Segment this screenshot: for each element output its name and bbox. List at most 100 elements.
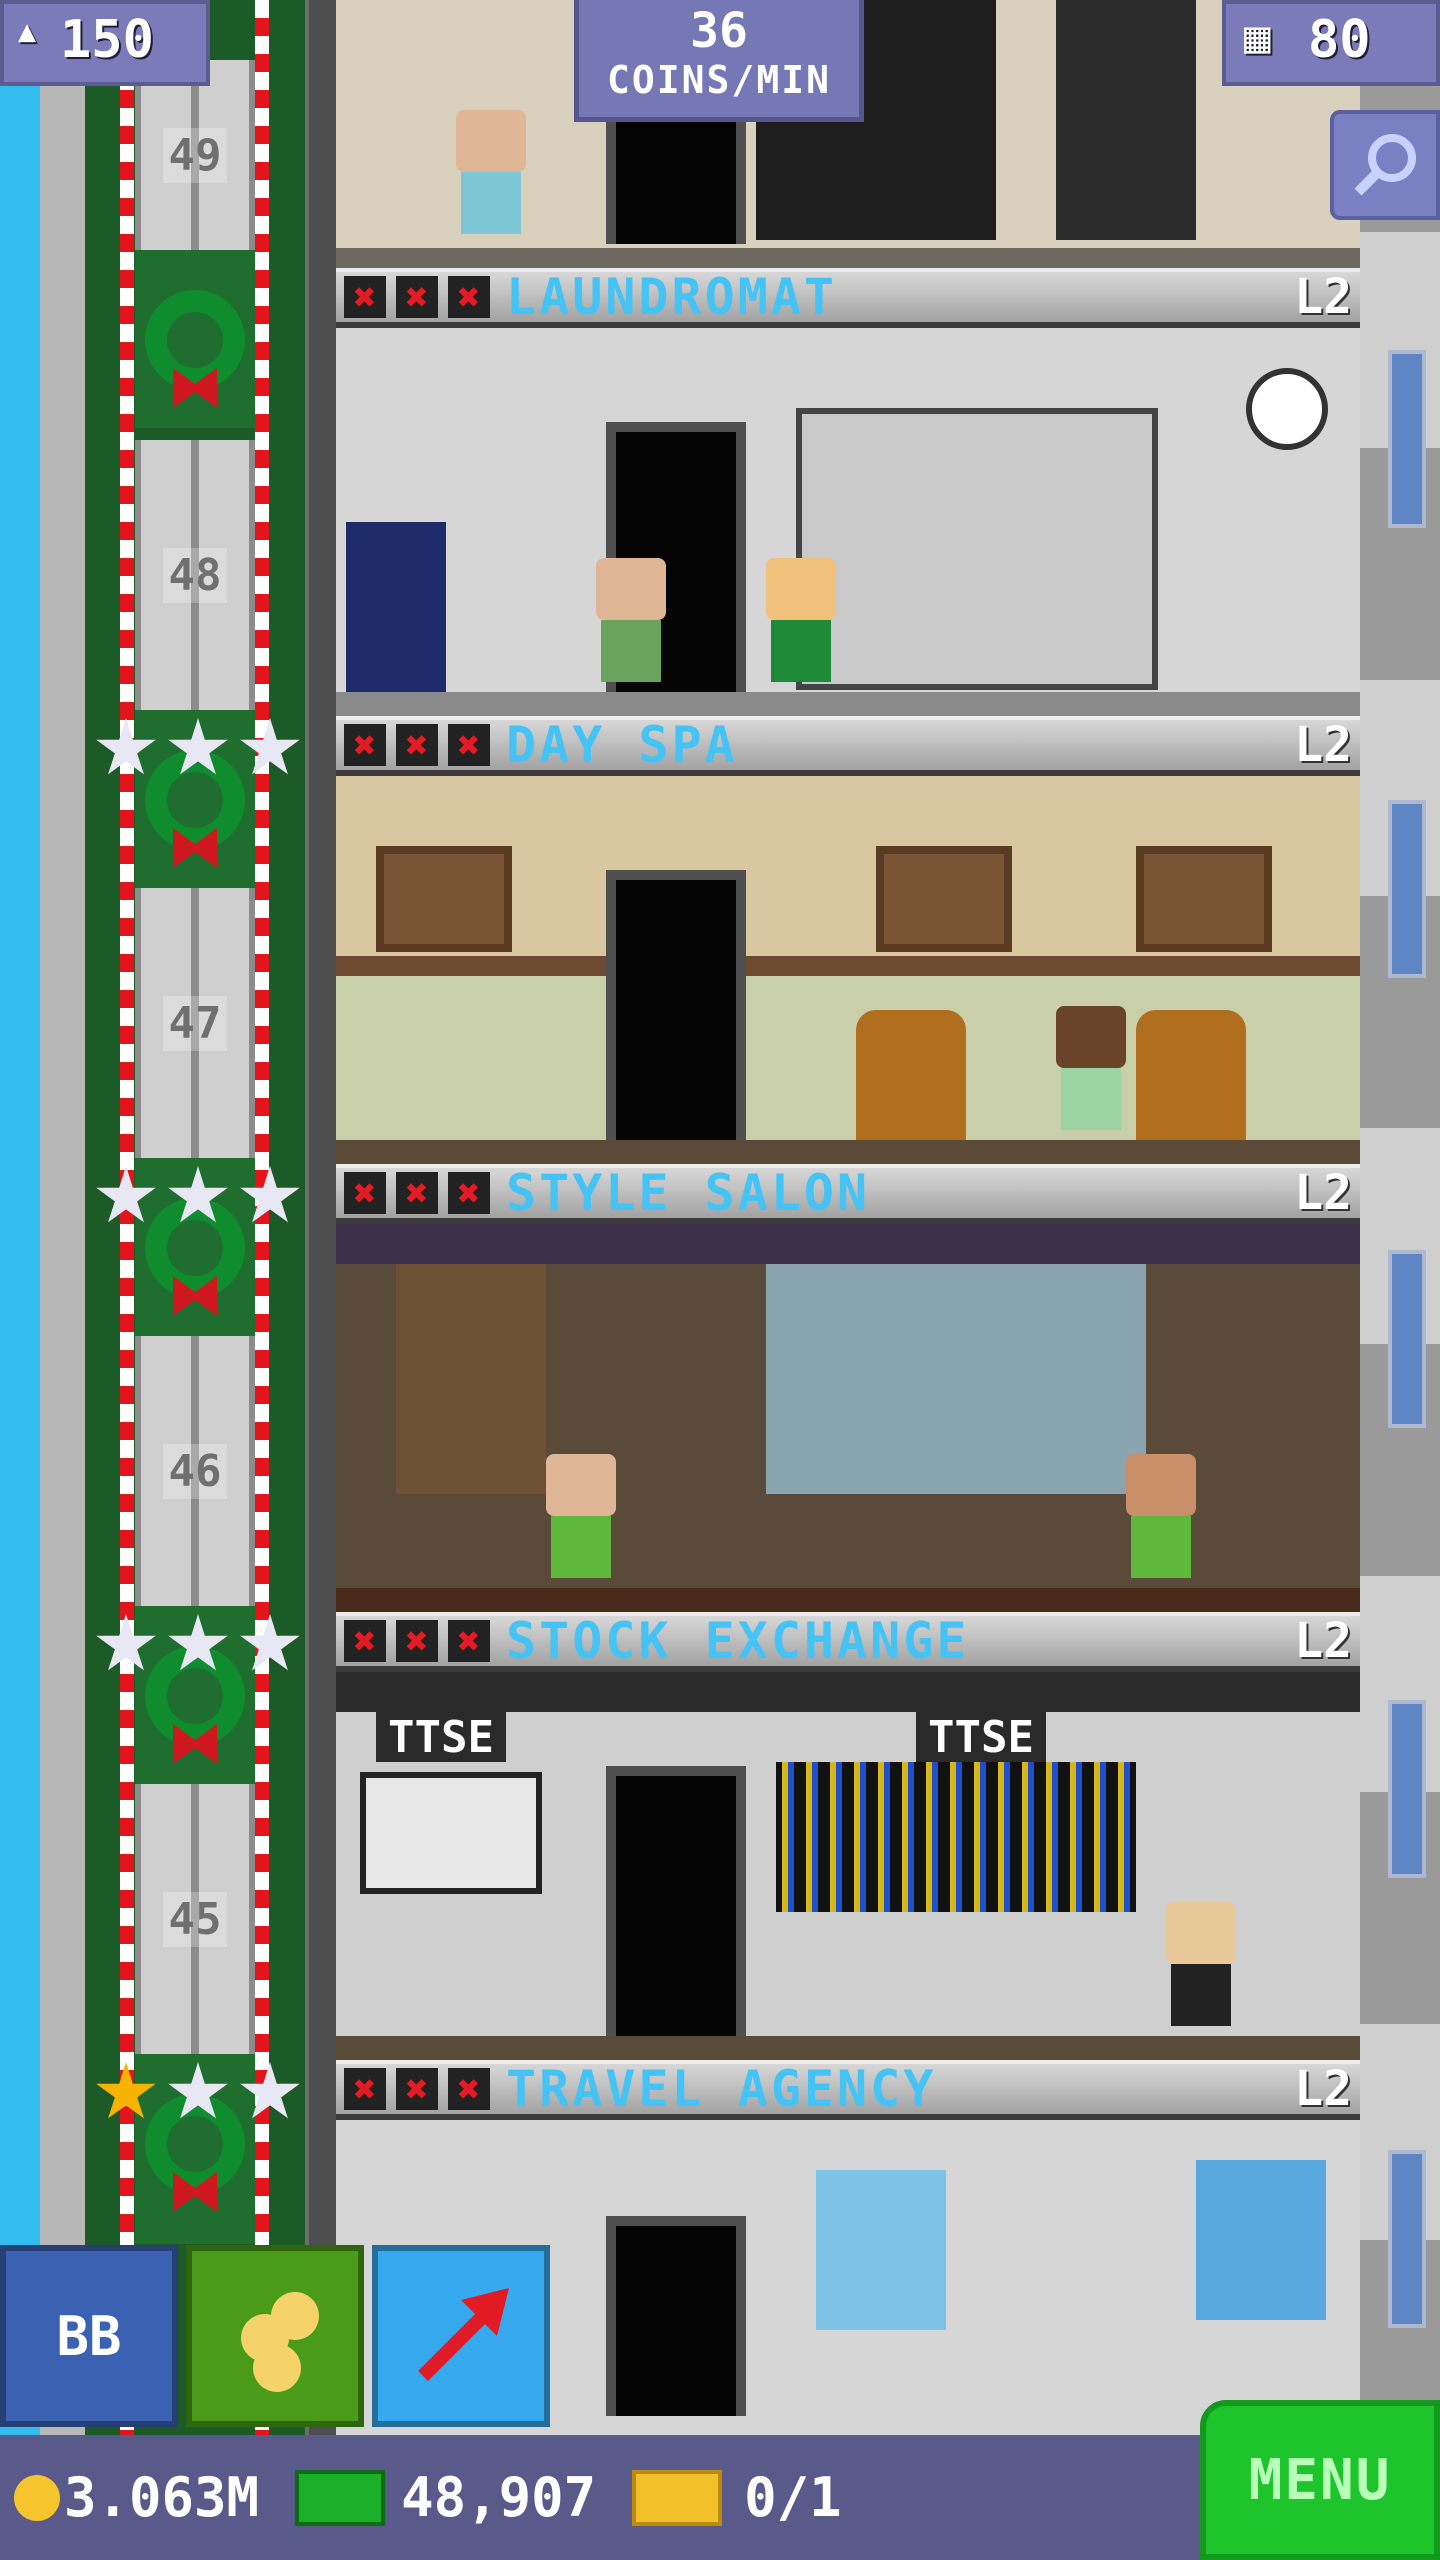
bux-icon	[295, 2469, 386, 2526]
resident-body	[1131, 1516, 1191, 1578]
resident[interactable]	[1126, 1454, 1196, 1584]
elevator-floor-number: 45	[162, 1891, 228, 1947]
coins-per-min-value: 36	[690, 3, 748, 59]
coins-per-min-display: 36 COINS/MIN	[574, 0, 864, 122]
shelf	[396, 1264, 546, 1494]
coin-icon	[14, 2474, 60, 2521]
picture-frame	[376, 846, 512, 952]
elevator-floor-number: 48	[162, 547, 228, 603]
go-to-top-button[interactable]	[372, 2245, 550, 2427]
resident-head	[456, 110, 526, 172]
ticker-board	[776, 1762, 1136, 1912]
x-mark-icon: ✖	[344, 2067, 386, 2111]
x-mark-icon: ✖	[448, 723, 490, 767]
x-mark-icon: ✖	[396, 1171, 438, 1215]
exterior-window	[1388, 1700, 1426, 1878]
wreath-icon	[145, 290, 245, 390]
star-rating	[95, 2062, 301, 2124]
x-mark-icon: ✖	[396, 2067, 438, 2111]
vending-machine	[346, 522, 446, 692]
sky	[0, 0, 40, 2560]
resident[interactable]	[766, 558, 836, 688]
collect-coins-button[interactable]	[186, 2245, 364, 2427]
floor-header[interactable]: ✖ ✖ ✖ STOCK EXCHANGE L2	[336, 1612, 1360, 1672]
resident[interactable]	[456, 110, 526, 240]
floor-counter[interactable]: ▦ 80	[1222, 0, 1440, 86]
ticket-icon	[632, 2469, 723, 2526]
floor-header[interactable]: ✖ ✖ ✖ LAUNDROMAT L2	[336, 268, 1360, 328]
floor-name: STOCK EXCHANGE	[506, 1612, 970, 1670]
resident[interactable]	[546, 1454, 616, 1584]
star-rating	[95, 718, 301, 780]
people-icon: ▲	[18, 14, 37, 49]
floor-stock-exchange[interactable]: ✖ ✖ ✖ STOCK EXCHANGE L2 TTSE TTSE	[336, 1612, 1360, 2060]
magnifier-icon	[1354, 134, 1416, 196]
elevator-floor-49[interactable]: 49	[135, 60, 255, 250]
x-mark-icon: ✖	[448, 1171, 490, 1215]
floor-count-value: 80	[1308, 10, 1371, 70]
elevator-floor-46[interactable]: 46	[135, 1336, 255, 1606]
resident[interactable]	[596, 558, 666, 688]
floor-laundromat[interactable]: ✖ ✖ ✖ LAUNDROMAT L2	[336, 268, 1360, 716]
room-floor	[336, 1588, 1360, 1612]
resident[interactable]	[1056, 1006, 1126, 1136]
star-rating	[95, 1614, 301, 1676]
exterior-window	[1388, 350, 1426, 528]
floor-day-spa[interactable]: ✖ ✖ ✖ DAY SPA L2	[336, 716, 1360, 1164]
floor-style-salon[interactable]: ✖ ✖ ✖ STYLE SALON L2	[336, 1164, 1360, 1612]
gold-star-icon	[96, 2062, 156, 2119]
x-mark-icon: ✖	[344, 1619, 386, 1663]
elevator-floor-45[interactable]: 45	[135, 1784, 255, 2054]
star-icon	[240, 2062, 300, 2119]
population-counter[interactable]: ▲ 150	[0, 0, 210, 86]
x-mark-icon: ✖	[396, 723, 438, 767]
room-interior	[336, 1224, 1360, 1612]
elevator-floor-number: 49	[162, 127, 228, 183]
resident-head	[546, 1454, 616, 1516]
resident-body	[461, 172, 521, 234]
resident-head	[596, 558, 666, 620]
shelf	[1056, 0, 1196, 240]
room-door	[606, 2216, 746, 2416]
bitbook-button[interactable]: BB	[0, 2245, 178, 2427]
coins-per-min-label: COINS/MIN	[607, 58, 831, 102]
star-icon	[96, 1614, 156, 1671]
star-icon	[96, 718, 156, 775]
star-icon	[240, 718, 300, 775]
coins-value: 3.063M	[64, 2466, 260, 2529]
exterior-window	[1388, 800, 1426, 978]
x-mark-icon: ✖	[448, 275, 490, 319]
menu-button[interactable]: MENU	[1200, 2400, 1440, 2560]
resident-body	[551, 1516, 611, 1578]
search-button[interactable]	[1330, 110, 1440, 220]
floor-level: L2	[1294, 1613, 1352, 1669]
floor-header[interactable]: ✖ ✖ ✖ TRAVEL AGENCY L2	[336, 2060, 1360, 2120]
floor-name: TRAVEL AGENCY	[506, 2060, 937, 2118]
spa-chair	[856, 1010, 966, 1140]
elevator-floor-48[interactable]: 48	[135, 440, 255, 710]
coins-icon	[241, 2292, 319, 2392]
star-icon	[240, 1166, 300, 1223]
washing-machines	[796, 408, 1158, 690]
resident[interactable]	[1166, 1902, 1236, 2032]
up-arrow-icon	[418, 2288, 509, 2381]
room-floor	[336, 692, 1360, 716]
x-mark-icon: ✖	[396, 1619, 438, 1663]
star-icon	[168, 1614, 228, 1671]
elevator-floor-47[interactable]: 47	[135, 888, 255, 1158]
ttse-sign: TTSE	[376, 1712, 506, 1763]
room-interior	[336, 776, 1360, 1164]
wreath-decoration	[135, 250, 255, 428]
x-mark-icon: ✖	[344, 723, 386, 767]
room-interior: TTSE TTSE	[336, 1672, 1360, 2060]
floor-level: L2	[1294, 269, 1352, 325]
picture-frame	[1136, 846, 1272, 952]
floor-name: LAUNDROMAT	[506, 268, 838, 326]
room-interior	[336, 328, 1360, 716]
room-floor	[336, 2036, 1360, 2060]
floor-header[interactable]: ✖ ✖ ✖ DAY SPA L2	[336, 716, 1360, 776]
star-icon	[168, 1166, 228, 1223]
floor-header[interactable]: ✖ ✖ ✖ STYLE SALON L2	[336, 1164, 1360, 1224]
travel-poster	[1196, 2160, 1326, 2320]
resident-head	[1126, 1454, 1196, 1516]
